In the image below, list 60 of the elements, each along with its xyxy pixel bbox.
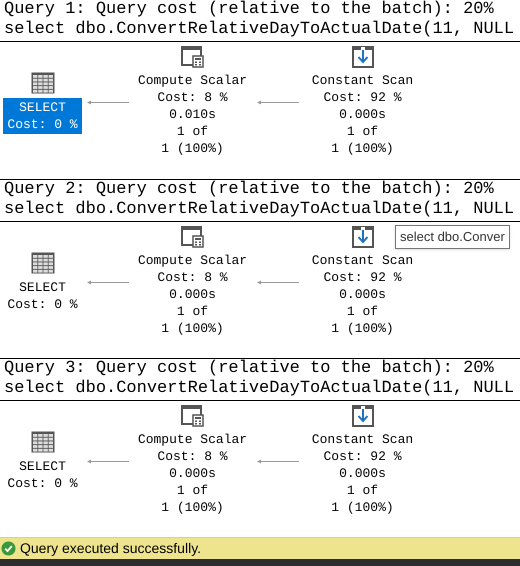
table-grid-icon	[30, 252, 54, 274]
window-calculator-icon	[180, 46, 204, 68]
node-name: Compute Scalar	[138, 252, 248, 269]
window-calculator-icon	[180, 226, 204, 248]
node-rows: 1 of	[346, 123, 378, 140]
tooltip: select dbo.Conver	[395, 225, 510, 248]
node-name: SELECT	[19, 279, 66, 296]
node-cost: Cost: 8 %	[157, 269, 228, 286]
flow-arrow	[86, 280, 128, 285]
query-cost-header: Query 2: Query cost (relative to the batch): 20%	[4, 180, 495, 200]
select-node-label[interactable]: SELECT Cost: 0 %	[3, 98, 82, 134]
node-rows-percent: 1 (100%)	[331, 499, 394, 516]
node-time: 0.000s	[169, 465, 216, 482]
flow-arrow	[86, 459, 128, 464]
node-cost: Cost: 0 %	[7, 116, 78, 133]
check-circle-icon	[1, 541, 16, 556]
table-grid-icon	[30, 431, 54, 453]
query-sql-text: select dbo.ConvertRelativeDayToActualDate(11, NULL	[4, 379, 516, 399]
node-cost: Cost: 0 %	[7, 475, 78, 492]
node-cost: Cost: 0 %	[7, 296, 78, 313]
query-sql-text: select dbo.ConvertRelativeDayToActualDate(11, NULL	[4, 200, 516, 220]
table-grid-icon	[30, 72, 54, 94]
node-rows-percent: 1 (100%)	[331, 140, 394, 157]
node-time: 0.000s	[339, 106, 386, 123]
query-cost-header: Query 1: Query cost (relative to the batch): 20%	[4, 0, 495, 20]
node-name: SELECT	[19, 99, 66, 116]
node-name: Constant Scan	[312, 431, 414, 448]
flow-arrow	[256, 280, 298, 285]
flow-arrow	[256, 459, 298, 464]
node-cost: Cost: 92 %	[323, 269, 402, 286]
status-message: Query executed successfully.	[20, 539, 202, 558]
node-rows: 1 of	[346, 482, 378, 499]
node-rows-percent: 1 (100%)	[161, 499, 224, 516]
select-node-label[interactable]: SELECT Cost: 0 %	[3, 457, 82, 493]
node-rows: 1 of	[176, 482, 208, 499]
node-rows-percent: 1 (100%)	[161, 320, 224, 337]
select-node-label[interactable]: SELECT Cost: 0 %	[3, 278, 82, 314]
node-name: Compute Scalar	[138, 72, 248, 89]
node-rows-percent: 1 (100%)	[331, 320, 394, 337]
node-name: Constant Scan	[312, 252, 414, 269]
query-cost-header: Query 3: Query cost (relative to the batch): 20%	[4, 359, 495, 379]
node-name: Compute Scalar	[138, 431, 248, 448]
node-name: Constant Scan	[312, 72, 414, 89]
node-rows-percent: 1 (100%)	[161, 140, 224, 157]
flow-arrow	[256, 100, 298, 105]
node-rows: 1 of	[176, 123, 208, 140]
node-time: 0.010s	[169, 106, 216, 123]
node-cost: Cost: 8 %	[157, 448, 228, 465]
node-time: 0.000s	[339, 465, 386, 482]
node-rows: 1 of	[346, 303, 378, 320]
flow-arrow	[86, 100, 128, 105]
node-rows: 1 of	[176, 303, 208, 320]
node-time: 0.000s	[169, 286, 216, 303]
node-cost: Cost: 92 %	[323, 89, 402, 106]
node-cost: Cost: 92 %	[323, 448, 402, 465]
query-sql-text: select dbo.ConvertRelativeDayToActualDate(11, NULL	[4, 20, 516, 40]
node-time: 0.000s	[339, 286, 386, 303]
window-calculator-icon	[180, 405, 204, 427]
node-name: SELECT	[19, 458, 66, 475]
node-cost: Cost: 8 %	[157, 89, 228, 106]
